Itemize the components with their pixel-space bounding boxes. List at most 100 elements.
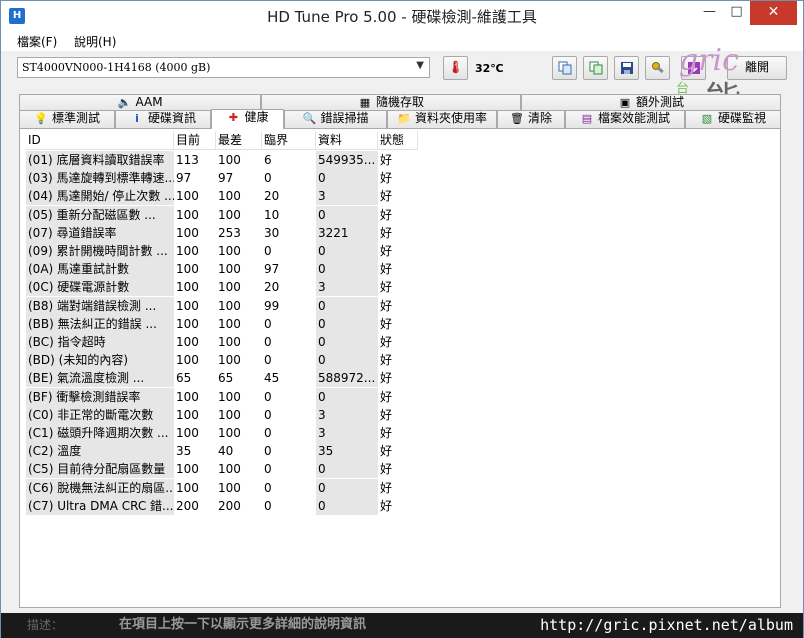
- tab-benchmark[interactable]: 💡 標準測試: [19, 110, 115, 128]
- tab-folder-usage[interactable]: 📁 資料夾使用率: [387, 110, 497, 128]
- table-row[interactable]: (B8) 端對端錯誤檢測 ... 100 100 99 0 好: [26, 296, 426, 315]
- row-id-cell: (0A) 馬達重試計數: [26, 260, 174, 279]
- row-worst-cell: 100: [218, 407, 241, 422]
- table-row[interactable]: (BE) 氣流溫度檢測 ... 65 65 45 588972... 好: [26, 369, 426, 388]
- table-row[interactable]: (BD) (未知的內容) 100 100 0 0 好: [26, 351, 426, 370]
- row-threshold-cell: 0: [264, 407, 272, 422]
- row-worst-cell: 100: [218, 462, 241, 477]
- row-current-cell: 100: [176, 407, 199, 422]
- extra-tests-icon: ▣: [619, 96, 631, 109]
- col-header-data[interactable]: 資料: [316, 131, 378, 149]
- maximize-button[interactable]: □: [723, 1, 750, 25]
- row-threshold-cell: 20: [264, 280, 280, 295]
- drive-select[interactable]: ST4000VN000-1H4168 (4000 gB) ▼: [17, 57, 430, 78]
- row-worst-cell: 100: [218, 389, 241, 404]
- table-row[interactable]: (C5) 目前待分配扇區數量 100 100 0 0 好: [26, 460, 426, 479]
- row-current-cell: 100: [176, 298, 199, 313]
- col-header-id[interactable]: ID: [26, 131, 174, 149]
- row-data-cell: 35: [316, 442, 378, 461]
- table-row[interactable]: (BC) 指令超時 100 100 0 0 好: [26, 333, 426, 351]
- row-current-cell: 100: [176, 189, 199, 204]
- table-row[interactable]: (C1) 磁頭升降週期次數 ... 100 100 0 3 好: [26, 424, 426, 442]
- table-row[interactable]: (07) 尋道錯誤率 100 253 30 3221 好: [26, 223, 426, 242]
- row-status-cell: 好: [380, 316, 393, 331]
- table-row[interactable]: (05) 重新分配磁區數 ... 100 100 10 0 好: [26, 205, 426, 224]
- row-status-cell: 好: [380, 444, 393, 459]
- tab-file-benchmark[interactable]: ▤ 檔案效能測試: [565, 110, 685, 128]
- row-status-cell: 好: [380, 225, 393, 240]
- row-threshold-cell: 0: [264, 444, 272, 459]
- row-threshold-cell: 6: [264, 153, 272, 167]
- col-header-status[interactable]: 狀態: [378, 131, 418, 149]
- table-row[interactable]: (01) 底層資料讀取錯誤率 113 100 6 549935... 好: [26, 151, 426, 169]
- row-data-cell: 3: [316, 405, 378, 424]
- row-current-cell: 100: [176, 480, 199, 495]
- tab-row-top: 🔈 AAM ▦ 隨機存取 ▣ 額外測試: [19, 94, 781, 111]
- row-id-cell: (BE) 氣流溫度檢測 ...: [26, 369, 174, 388]
- row-data-cell: 0: [316, 314, 378, 333]
- col-header-current[interactable]: 目前: [174, 131, 216, 149]
- row-status-cell: 好: [380, 389, 393, 404]
- col-header-threshold[interactable]: 臨界: [262, 131, 316, 149]
- row-threshold-cell: 0: [264, 389, 272, 404]
- table-row[interactable]: (04) 馬達開始/ 停止次數 ... 100 100 20 3 好: [26, 187, 426, 206]
- copy-all-button[interactable]: [583, 56, 608, 80]
- row-id-cell: (04) 馬達開始/ 停止次數 ...: [26, 187, 174, 206]
- table-row[interactable]: (C0) 非正常的斷電次數 100 100 0 3 好: [26, 405, 426, 424]
- close-button[interactable]: ✕: [750, 1, 797, 25]
- table-row[interactable]: (09) 累計開機時間計數 ... 100 100 0 0 好: [26, 242, 426, 260]
- benchmark-icon: 💡: [34, 112, 48, 125]
- table-row[interactable]: (BB) 無法糾正的錯誤 ... 100 100 0 0 好: [26, 314, 426, 333]
- tab-extra-tests-label: 額外測試: [635, 95, 684, 109]
- tab-extra-tests[interactable]: ▣ 額外測試: [521, 94, 781, 111]
- copy-button[interactable]: [552, 56, 577, 80]
- save-button[interactable]: [614, 56, 639, 80]
- row-id-cell: (B8) 端對端錯誤檢測 ...: [26, 296, 174, 315]
- row-data-cell: 588972...: [316, 369, 378, 388]
- table-row[interactable]: (C6) 脫機無法糾正的扇區... 100 100 0 0 好: [26, 478, 426, 497]
- row-id-cell: (C5) 目前待分配扇區數量: [26, 460, 174, 479]
- tab-disk-monitor-label: 硬碟監視: [717, 111, 766, 125]
- row-worst-cell: 100: [218, 426, 241, 440]
- minimize-button[interactable]: —: [696, 1, 723, 25]
- status-description: 在項目上按一下以顯示更多詳細的說明資訊: [119, 617, 367, 632]
- row-worst-cell: 200: [218, 498, 241, 513]
- table-row[interactable]: (C7) Ultra DMA CRC 錯... 200 200 0 0 好: [26, 496, 426, 515]
- row-current-cell: 100: [176, 353, 199, 368]
- tab-folder-usage-label: 資料夾使用率: [414, 111, 487, 125]
- col-header-worst[interactable]: 最差: [216, 131, 262, 149]
- row-threshold-cell: 0: [264, 426, 272, 440]
- row-current-cell: 100: [176, 335, 199, 349]
- tab-file-benchmark-label: 檔案效能測試: [597, 111, 670, 125]
- table-row[interactable]: (0C) 硬碟電源計數 100 100 20 3 好: [26, 278, 426, 297]
- row-data-cell: 0: [316, 496, 378, 515]
- options-button[interactable]: [645, 56, 670, 80]
- main-window: H HD Tune Pro 5.00 - 硬碟檢測-維護工具 — □ ✕ 檔案(…: [0, 0, 804, 638]
- table-row[interactable]: (BF) 衝擊檢測錯誤率 100 100 0 0 好: [26, 387, 426, 406]
- row-status-cell: 好: [380, 426, 393, 440]
- row-threshold-cell: 20: [264, 189, 280, 204]
- table-row[interactable]: (C2) 溫度 35 40 0 35 好: [26, 442, 426, 461]
- row-id-cell: (BD) (未知的內容): [26, 351, 174, 370]
- menu-help[interactable]: 說明(H): [74, 33, 116, 50]
- row-status-cell: 好: [380, 371, 393, 386]
- tab-error-scan[interactable]: 🔍 錯誤掃描: [284, 110, 387, 128]
- folder-icon: 📁: [397, 112, 411, 125]
- row-status-cell: 好: [380, 244, 393, 258]
- tab-erase[interactable]: 🗑 清除: [497, 110, 565, 128]
- status-bar: 描述： 在項目上按一下以顯示更多詳細的說明資訊 http://gric.pixn…: [1, 613, 803, 638]
- row-threshold-cell: 10: [264, 207, 280, 222]
- table-row[interactable]: (0A) 馬達重試計數 100 100 97 0 好: [26, 260, 426, 279]
- tab-disk-monitor[interactable]: ▧ 硬碟監視: [685, 110, 781, 128]
- row-status-cell: 好: [380, 262, 393, 277]
- tab-health[interactable]: ✚ 健康: [211, 109, 284, 129]
- thermometer-icon: 🌡: [447, 60, 464, 74]
- table-row[interactable]: (03) 馬達旋轉到標準轉速... 97 97 0 0 好: [26, 169, 426, 188]
- health-cross-icon: ✚: [228, 111, 239, 124]
- tab-random-access[interactable]: ▦ 隨機存取: [261, 94, 521, 111]
- menu-file[interactable]: 檔案(F): [17, 33, 57, 50]
- tab-info[interactable]: i 硬碟資訊: [115, 110, 211, 128]
- thermometer-button[interactable]: 🌡: [443, 56, 468, 80]
- row-id-cell: (BF) 衝擊檢測錯誤率: [26, 387, 174, 406]
- row-id-cell: (05) 重新分配磁區數 ...: [26, 205, 174, 224]
